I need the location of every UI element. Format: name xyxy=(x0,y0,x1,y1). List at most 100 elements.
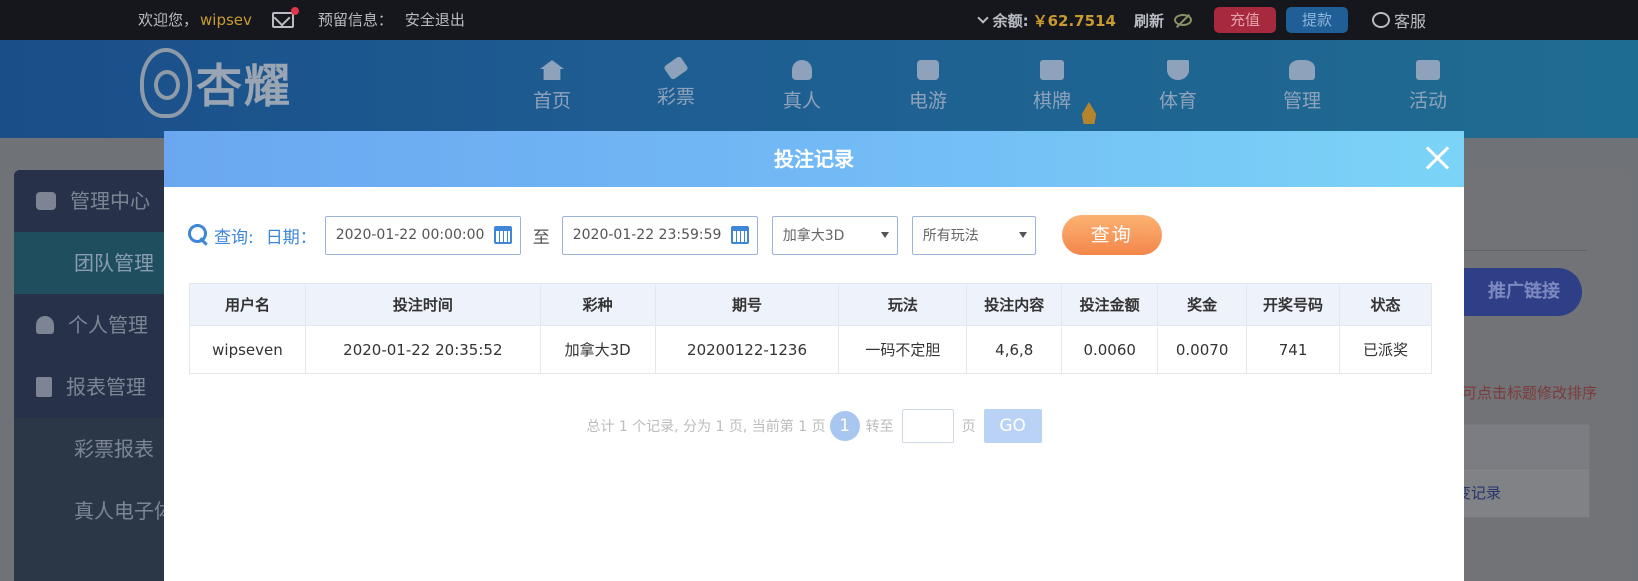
home-icon xyxy=(540,60,564,80)
nav-item-lottery[interactable]: 彩票 xyxy=(636,55,716,109)
go-button[interactable]: GO xyxy=(983,409,1042,443)
cell-username: wipseven xyxy=(189,325,306,374)
column-header[interactable]: 投注时间 xyxy=(304,283,541,326)
recharge-button[interactable]: 充值 xyxy=(1213,7,1276,33)
table-header-row: 用户名 投注时间 彩种 期号 玩法 投注内容 投注金额 奖金 开奖号码 状态 xyxy=(189,283,1432,326)
column-header[interactable]: 玩法 xyxy=(838,283,968,326)
divider xyxy=(1462,250,1587,251)
hide-balance-icon[interactable] xyxy=(1173,14,1192,26)
cell-prize: 0.0070 xyxy=(1157,325,1248,374)
query-button[interactable]: 查询 xyxy=(1061,215,1162,255)
modal-header: 投注记录 xyxy=(164,131,1464,187)
person-icon xyxy=(792,60,812,80)
nav-item-slots[interactable]: 电游 xyxy=(888,60,968,113)
background-table-header xyxy=(1453,425,1589,469)
welcome-text: 欢迎您， xyxy=(138,11,199,29)
cell-bet-time: 2020-01-22 20:35:52 xyxy=(304,325,541,374)
logout-link[interactable]: 安全退出 xyxy=(405,9,465,30)
end-date-value: 2020-01-22 23:59:59 xyxy=(572,227,722,243)
site-logo[interactable]: 杏耀 xyxy=(140,48,292,118)
close-icon[interactable] xyxy=(1424,145,1450,171)
main-nav: 杏耀 首页 彩票 真人 电游 棋牌 体育 管理 活动 xyxy=(0,40,1638,138)
customer-service-link[interactable]: 客服 xyxy=(1371,8,1426,32)
person-icon xyxy=(36,316,54,334)
pagination: 总计 1 个记录, 分为 1 页, 当前第 1 页 1 转至 页 GO xyxy=(164,409,1464,443)
sidebar-item-reports[interactable]: 报表管理 xyxy=(14,356,164,418)
table-row: wipseven 2020-01-22 20:35:52 加拿大3D 20200… xyxy=(189,325,1432,374)
cell-issue: 20200122-1236 xyxy=(654,325,840,374)
sidebar-item-label: 真人电子体 xyxy=(74,499,164,523)
to-label: 至 xyxy=(532,227,550,248)
start-date-input[interactable]: 2020-01-22 00:00:00 xyxy=(324,215,521,255)
withdraw-button[interactable]: 提款 xyxy=(1285,7,1348,33)
dropdown-arrow-icon xyxy=(1018,232,1027,238)
sidebar-item-label: 彩票报表 xyxy=(74,437,154,461)
nav-item-chess[interactable]: 棋牌 xyxy=(1012,60,1092,113)
cards-icon xyxy=(1040,60,1064,80)
play-type-select-value: 所有玩法 xyxy=(922,228,979,244)
game-icon xyxy=(917,60,939,80)
gift-icon xyxy=(1416,60,1440,80)
top-bar-right: 余额: ￥62.7514 刷新 充值 提款 客服 xyxy=(976,7,1638,33)
sidebar-item-label: 个人管理 xyxy=(68,313,148,337)
nav-label: 活动 xyxy=(1408,90,1447,112)
column-header[interactable]: 用户名 xyxy=(189,283,306,326)
column-header[interactable]: 状态 xyxy=(1339,283,1432,326)
play-type-select[interactable]: 所有玩法 xyxy=(911,215,1036,255)
users-icon xyxy=(1289,60,1315,80)
chat-icon xyxy=(1371,12,1390,28)
background-table xyxy=(1452,424,1590,518)
column-header[interactable]: 奖金 xyxy=(1157,283,1248,326)
calendar-icon[interactable] xyxy=(730,226,749,244)
nav-label: 体育 xyxy=(1158,90,1197,112)
nav-item-events[interactable]: 活动 xyxy=(1388,60,1468,113)
end-date-input[interactable]: 2020-01-22 23:59:59 xyxy=(561,215,758,255)
dropdown-arrow-icon xyxy=(880,232,889,238)
calendar-icon[interactable] xyxy=(493,226,512,244)
page-number-button[interactable]: 1 xyxy=(829,411,860,441)
goto-page-input[interactable] xyxy=(901,409,954,443)
logo-badge-icon xyxy=(140,48,192,118)
goto-label: 转至 xyxy=(865,419,894,435)
search-icon xyxy=(188,224,210,246)
column-header[interactable]: 彩种 xyxy=(539,283,656,326)
column-header[interactable]: 投注金额 xyxy=(1061,283,1159,326)
lottery-select[interactable]: 加拿大3D xyxy=(771,215,898,255)
cell-lottery: 加拿大3D xyxy=(539,325,656,374)
nav-item-live[interactable]: 真人 xyxy=(762,60,842,113)
nav-item-home[interactable]: 首页 xyxy=(512,60,592,113)
balance-value: ￥62.7514 xyxy=(1032,11,1116,30)
mail-icon[interactable] xyxy=(271,6,299,28)
chevron-down-icon[interactable] xyxy=(976,11,989,24)
balance-label: 余额: xyxy=(992,11,1029,30)
sidebar-item-team[interactable]: 团队管理 xyxy=(14,232,164,294)
nav-label: 彩票 xyxy=(656,86,695,108)
bet-records-modal: 投注记录 查询: 日期： 2020-01-22 00:00:00 至 2020-… xyxy=(164,131,1464,581)
customer-service-label: 客服 xyxy=(1393,12,1426,31)
reserved-info-label: 预留信息： xyxy=(317,11,393,29)
users-icon xyxy=(36,192,56,210)
column-header[interactable]: 开奖号码 xyxy=(1246,283,1341,326)
sidebar-item-lottery-report[interactable]: 彩票报表 xyxy=(14,418,164,480)
cell-winning-number: 741 xyxy=(1246,325,1341,374)
page-suffix-label: 页 xyxy=(961,419,976,435)
sidebar-item-personal[interactable]: 个人管理 xyxy=(14,294,164,356)
pagination-summary: 总计 1 个记录, 分为 1 页, 当前第 1 页 xyxy=(586,419,826,435)
notification-dot xyxy=(290,6,299,15)
nav-label: 首页 xyxy=(532,90,571,112)
sidebar-item-label: 报表管理 xyxy=(66,375,146,399)
sidebar-item-live-report[interactable]: 真人电子体 xyxy=(14,480,164,542)
sidebar-item-management-center[interactable]: 管理中心 xyxy=(14,170,164,232)
lottery-select-value: 加拿大3D xyxy=(782,228,845,244)
top-bar: 欢迎您， wipsev 预留信息： 安全退出 余额: ￥62.7514 刷新 充… xyxy=(0,0,1638,40)
sidebar-item-label: 团队管理 xyxy=(74,251,154,275)
username-link[interactable]: wipsev xyxy=(200,11,252,29)
sort-hint: 可点击标题修改排序 xyxy=(1462,384,1598,402)
refresh-link[interactable]: 刷新 xyxy=(1134,10,1164,31)
nav-item-manage[interactable]: 管理 xyxy=(1262,60,1342,113)
column-header[interactable]: 投注内容 xyxy=(966,283,1063,326)
column-header[interactable]: 期号 xyxy=(654,283,840,326)
nav-item-sports[interactable]: 体育 xyxy=(1138,60,1218,113)
top-bar-left: 欢迎您， wipsev 预留信息： 安全退出 xyxy=(138,6,465,30)
nav-label: 棋牌 xyxy=(1032,90,1071,112)
